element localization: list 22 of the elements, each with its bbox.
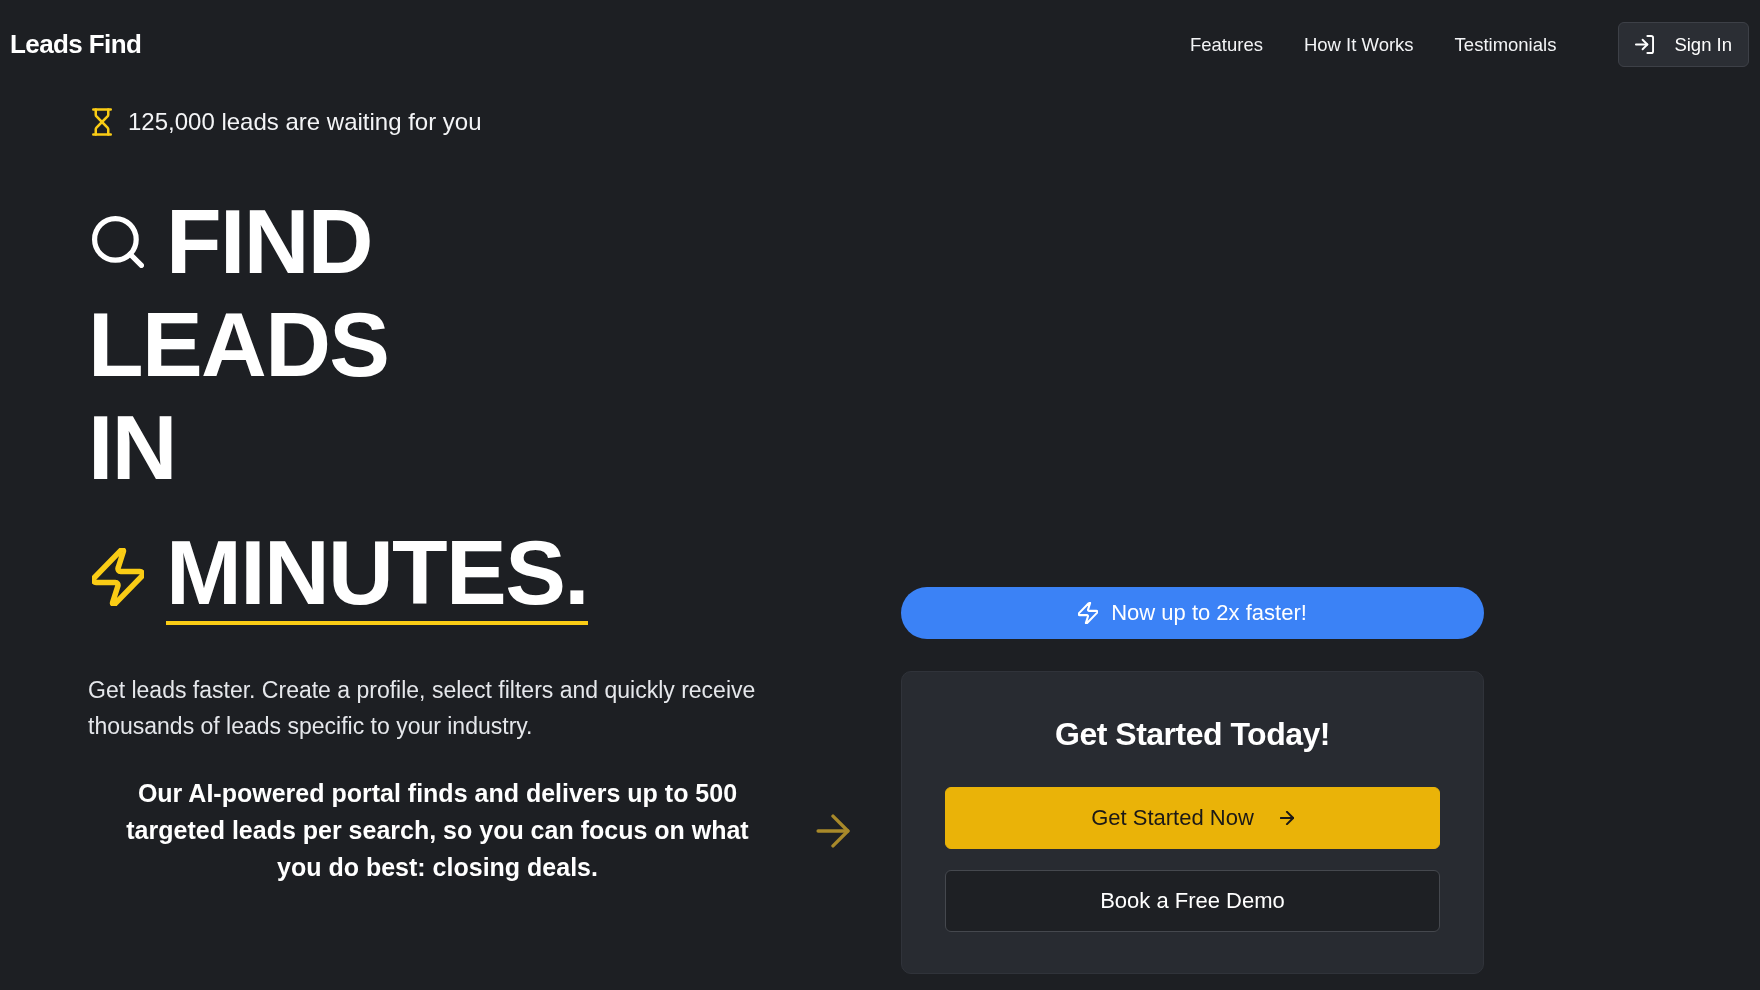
nav-link[interactable]: How It Works — [1303, 33, 1414, 56]
leads-waiting-text: 125,000 leads are waiting for you — [128, 108, 482, 136]
promo-text: Now up to 2x faster! — [1111, 600, 1307, 626]
get-started-button[interactable]: Get Started Now — [945, 787, 1440, 849]
nav-link[interactable]: Features — [1189, 33, 1263, 56]
arrow-right-icon — [1279, 811, 1294, 825]
headline-underlined-word: MINUTES. — [166, 528, 588, 625]
pitch-paragraph: Our AI-powered portal finds and delivers up to 500 targeted leads per search, so you can focus on what you do best: closing deals. — [125, 778, 750, 883]
lightning-icon — [92, 547, 144, 606]
intro-paragraph: Get leads faster. Create a profile, select filters and quickly receive thousands of leads specific to your industry. — [88, 676, 757, 741]
sign-in-button[interactable]: Sign In — [1618, 22, 1749, 67]
search-icon — [92, 215, 144, 268]
book-demo-button[interactable]: Book a Free Demo — [945, 870, 1440, 932]
sign-in-icon — [1635, 35, 1655, 54]
logo: Leads Find — [10, 29, 142, 60]
nav-link[interactable]: Testimonials — [1454, 33, 1557, 56]
headline-word: LEADS — [88, 293, 389, 396]
hourglass-icon — [92, 108, 112, 136]
headline-word: IN — [88, 396, 176, 499]
lightning-icon — [1078, 602, 1099, 624]
headline-word: FIND — [166, 190, 372, 293]
card-title: Get Started Today! — [1054, 715, 1331, 754]
